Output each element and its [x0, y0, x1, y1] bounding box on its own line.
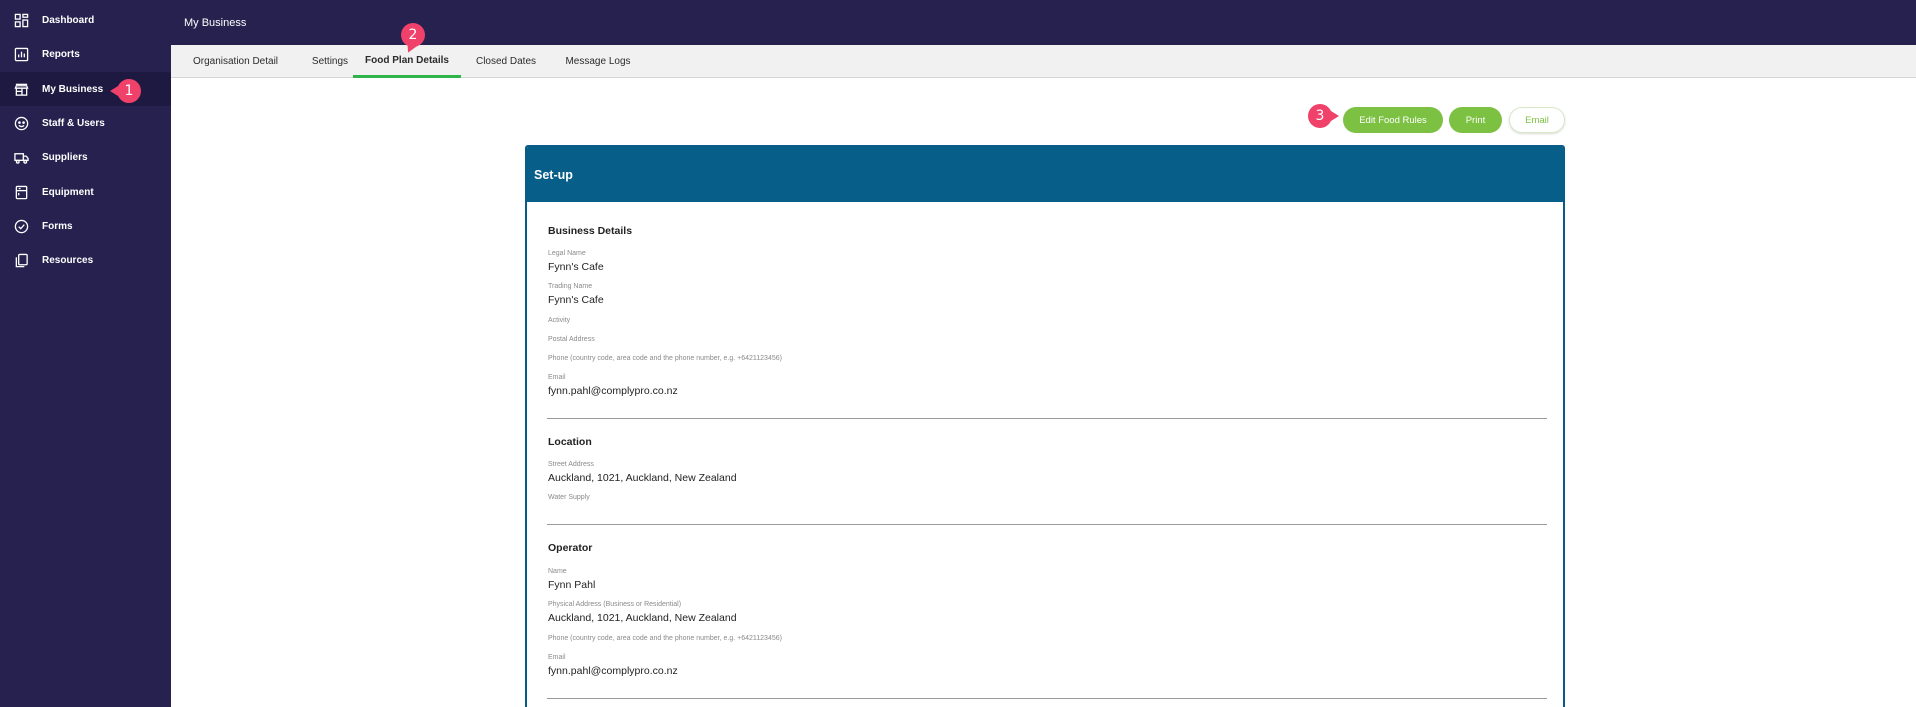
sidebar-item-label: Resources — [42, 254, 94, 266]
section-title-business-details: Business Details — [548, 225, 633, 237]
sidebar-item-dashboard[interactable]: Dashboard — [0, 3, 171, 37]
section-title-location: Location — [548, 436, 592, 448]
section-divider — [547, 418, 1547, 419]
operator-name-label: Name — [548, 568, 567, 575]
dashboard-icon — [13, 12, 29, 28]
tab-label: Food Plan Details — [365, 54, 449, 66]
edit-food-rules-button[interactable]: Edit Food Rules — [1343, 107, 1443, 133]
trading-name-label: Trading Name — [548, 283, 593, 290]
water-supply-label: Water Supply — [548, 494, 590, 501]
operator-name-value: Fynn Pahl — [548, 579, 596, 591]
smile-icon — [13, 115, 29, 131]
operator-email-label: Email — [548, 654, 566, 661]
reports-icon — [13, 46, 29, 62]
tab-closed-dates[interactable]: Closed Dates — [466, 45, 546, 78]
marker-number: 3 — [1315, 108, 1325, 124]
check-circle-icon — [13, 218, 29, 234]
tab-label: Message Logs — [565, 56, 631, 67]
email-label: Email — [548, 374, 566, 381]
sidebar-item-forms[interactable]: Forms — [0, 209, 171, 243]
top-header: My Business — [171, 0, 1916, 45]
copy-icon — [13, 252, 29, 268]
page-title: My Business — [184, 17, 247, 29]
tab-label: Organisation Detail — [192, 56, 279, 67]
equipment-icon — [13, 184, 29, 200]
tab-label: Settings — [311, 56, 349, 67]
step-marker-3: 3 — [1308, 104, 1339, 128]
section-title-operator: Operator — [548, 542, 593, 554]
step-marker-2: 2 — [401, 23, 425, 55]
sidebar-item-staff-users[interactable]: Staff & Users — [0, 106, 171, 140]
sidebar-item-label: Equipment — [42, 186, 94, 198]
sidebar-item-equipment[interactable]: Equipment — [0, 175, 171, 209]
print-button[interactable]: Print — [1449, 107, 1502, 133]
sidebar-item-label: Forms — [42, 220, 73, 232]
sidebar-item-label: Reports — [42, 48, 80, 60]
physical-address-value: Auckland, 1021, Auckland, New Zealand — [548, 612, 737, 624]
street-address-label: Street Address — [548, 461, 594, 468]
physical-address-label: Physical Address (Business or Residentia… — [548, 601, 682, 608]
operator-email-value: fynn.pahl@complypro.co.nz — [548, 665, 678, 677]
trading-name-value: Fynn's Cafe — [548, 294, 604, 306]
card-title: Set-up — [534, 167, 573, 182]
sidebar-item-label: Staff & Users — [42, 117, 105, 129]
street-address-value: Auckland, 1021, Auckland, New Zealand — [548, 472, 737, 484]
sidebar-item-my-business[interactable]: My Business — [0, 72, 171, 106]
legal-name-value: Fynn's Cafe — [548, 261, 604, 273]
postal-address-label: Postal Address — [548, 336, 595, 343]
phone-label: Phone (country code, area code and the p… — [548, 355, 782, 362]
marker-number: 1 — [124, 83, 134, 99]
step-marker-1: 1 — [110, 79, 141, 103]
sidebar-item-label: Suppliers — [42, 151, 88, 163]
sidebar-item-label: My Business — [42, 83, 104, 95]
sidebar-item-suppliers[interactable]: Suppliers — [0, 140, 171, 174]
tab-label: Closed Dates — [475, 56, 537, 67]
operator-phone-label: Phone (country code, area code and the p… — [548, 635, 782, 642]
tab-message-logs[interactable]: Message Logs — [551, 45, 645, 78]
truck-icon — [13, 149, 29, 165]
sidebar-item-label: Dashboard — [42, 14, 95, 26]
section-divider — [547, 698, 1547, 699]
tab-bar: Organisation Detail Settings Food Plan D… — [171, 45, 1916, 78]
email-value: fynn.pahl@complypro.co.nz — [548, 385, 678, 397]
setup-card: Set-up Business Details Legal Name Fynn'… — [525, 145, 1565, 707]
card-header: Set-up — [527, 147, 1563, 202]
sidebar-item-reports[interactable]: Reports — [0, 37, 171, 71]
email-button[interactable]: Email — [1509, 107, 1565, 133]
sidebar: Dashboard Reports My Business Staff & Us… — [0, 0, 171, 707]
section-divider — [547, 524, 1547, 525]
legal-name-label: Legal Name — [548, 250, 586, 257]
marker-number: 2 — [408, 27, 418, 43]
activity-label: Activity — [548, 317, 571, 324]
tab-organisation-detail[interactable]: Organisation Detail — [177, 45, 294, 78]
sidebar-item-resources[interactable]: Resources — [0, 243, 171, 277]
store-icon — [13, 81, 29, 97]
